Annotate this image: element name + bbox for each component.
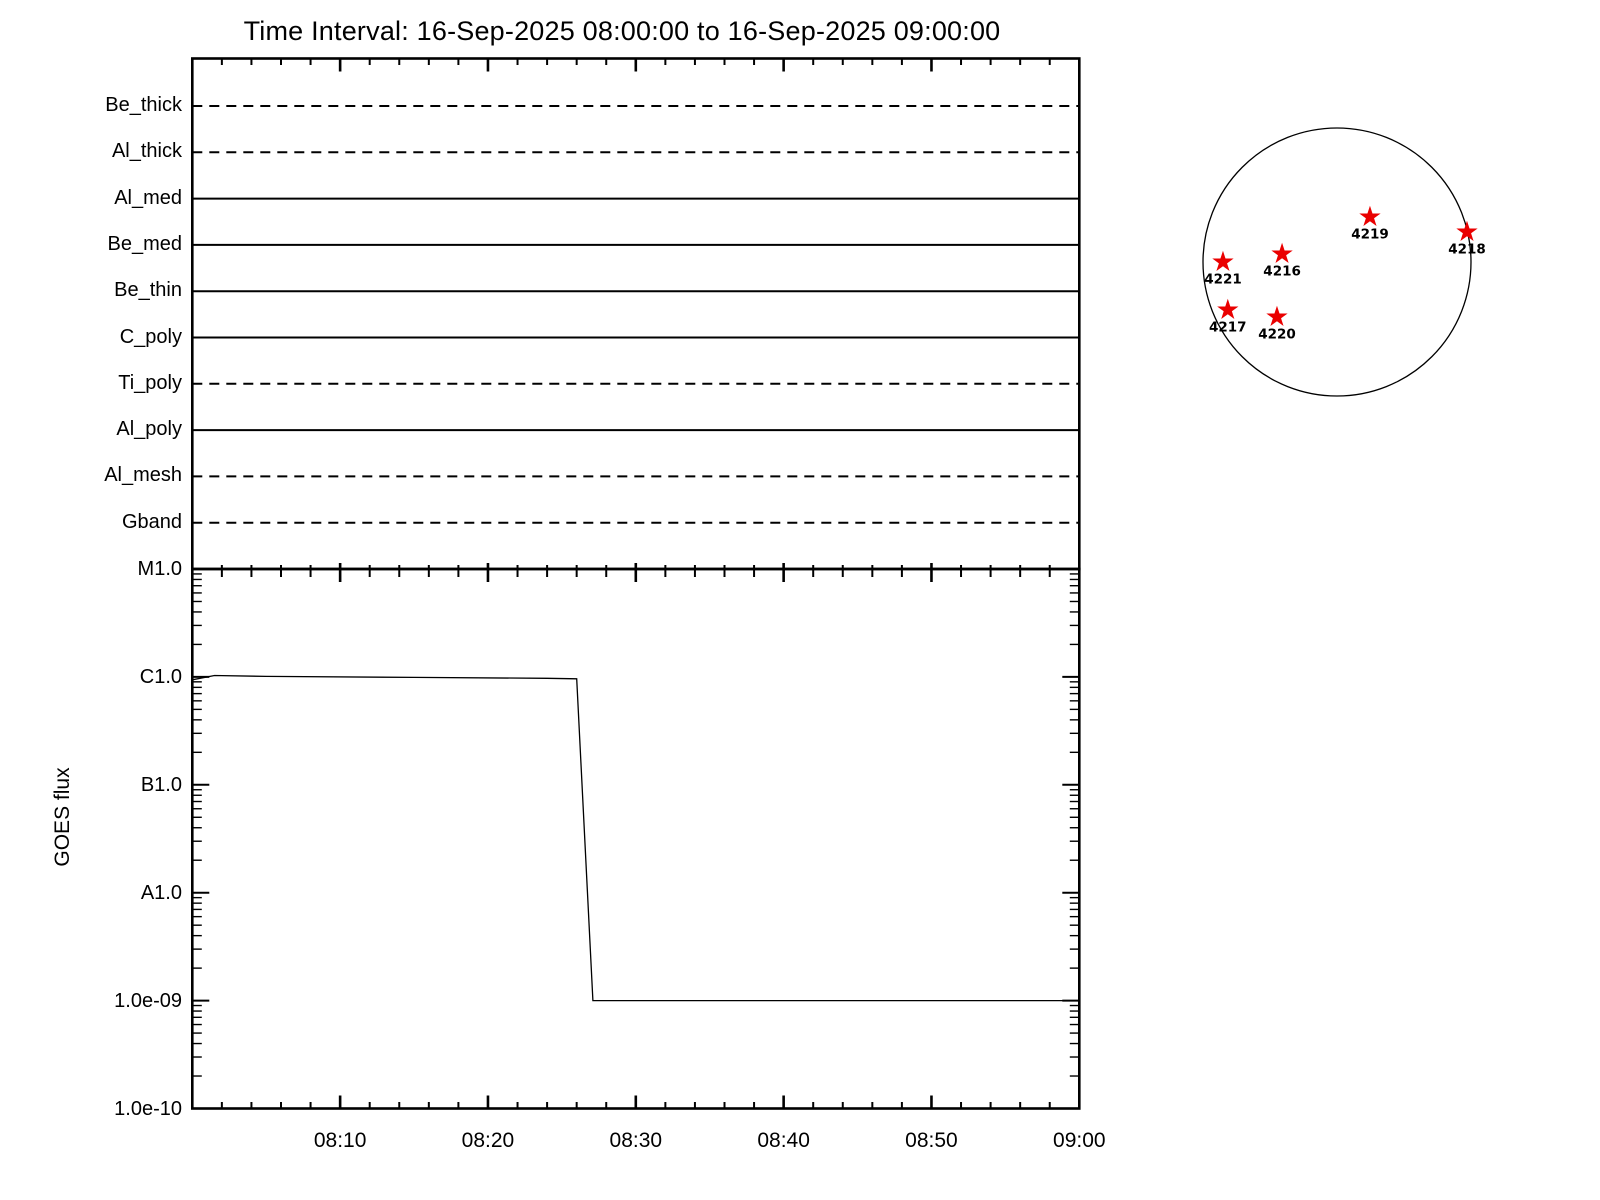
goes-xtick-label: 08:10 bbox=[313, 1129, 367, 1152]
goes-ytick-label: M1.0 bbox=[137, 558, 182, 580]
active-region-label: 4219 bbox=[1351, 227, 1389, 243]
active-region-star-4219 bbox=[1359, 205, 1381, 227]
plots-canvas bbox=[190, 57, 1081, 1110]
goes-xtick-label: 08:40 bbox=[757, 1129, 810, 1152]
active-region-label: 4220 bbox=[1258, 326, 1296, 342]
active-region-star-4221 bbox=[1212, 250, 1234, 272]
active-region-star-4220 bbox=[1266, 305, 1288, 326]
filter-label-gband: Gband bbox=[121, 510, 182, 533]
goes-ytick-label: 1.0e-09 bbox=[114, 989, 182, 1012]
goes-xtick-label: 08:30 bbox=[609, 1129, 663, 1152]
goes-xtick-label: 08:50 bbox=[905, 1129, 958, 1152]
filter-panel-border bbox=[190, 57, 1081, 571]
goes-flux-curve bbox=[192, 674, 1080, 1002]
filter-label-al_med: Al_med bbox=[114, 186, 182, 209]
solar-disk-canvas: 4216 4217 4218 4219 4220 4221 bbox=[1202, 127, 1486, 397]
active-region-label: 4216 bbox=[1263, 264, 1301, 280]
active-region-star-4218 bbox=[1456, 220, 1478, 242]
filter-label-be_med: Be_med bbox=[107, 232, 183, 255]
goes-ytick-label: A1.0 bbox=[140, 881, 182, 904]
goes-ytick-label: 1.0e-10 bbox=[114, 1097, 182, 1120]
xrt-goes-timeline-screen: { "title": "Time Interval: 16-Sep-2025 0… bbox=[0, 0, 1600, 1200]
page-title: Time Interval: 16-Sep-2025 08:00:00 to 1… bbox=[243, 16, 1001, 46]
filter-label-al_thick: Al_thick bbox=[111, 140, 182, 163]
goes-flux-axis-title: GOES flux bbox=[51, 767, 74, 867]
filter-label-be_thin: Be_thin bbox=[114, 279, 182, 302]
goes-xtick-label: 09:00 bbox=[1053, 1129, 1106, 1152]
goes-flux-panel bbox=[190, 567, 1081, 1110]
active-region-label: 4217 bbox=[1209, 320, 1247, 336]
goes-panel-border bbox=[190, 567, 1081, 1110]
active-region-label: 4218 bbox=[1448, 242, 1486, 258]
solar-disk-outline bbox=[1202, 127, 1472, 397]
filter-timeline-panel bbox=[190, 57, 1081, 582]
active-region-label: 4221 bbox=[1204, 272, 1242, 288]
active-region-star-4216 bbox=[1271, 242, 1293, 264]
filter-label-c_poly: C_poly bbox=[119, 325, 182, 348]
filter-label-al_mesh: Al_mesh bbox=[104, 464, 182, 487]
goes-ytick-label: B1.0 bbox=[140, 773, 182, 796]
filter-label-al_poly: Al_poly bbox=[116, 418, 182, 441]
filter-label-be_thick: Be_thick bbox=[105, 94, 182, 116]
goes-xtick-label: 08:20 bbox=[461, 1129, 515, 1152]
goes-ytick-label: C1.0 bbox=[139, 665, 182, 688]
filter-label-ti_poly: Ti_poly bbox=[118, 371, 182, 394]
active-region-star-4217 bbox=[1217, 298, 1239, 320]
